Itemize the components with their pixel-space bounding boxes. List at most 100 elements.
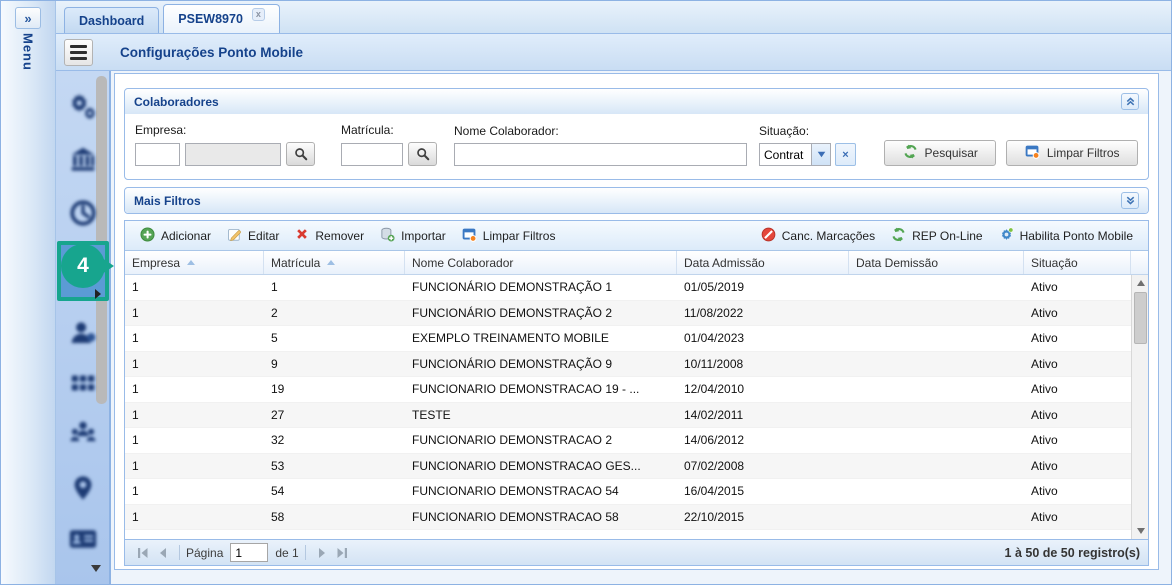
empresa-search-icon[interactable] <box>286 142 315 166</box>
sidebar-scroll-down-icon[interactable] <box>91 565 101 572</box>
limpar-filtros-button[interactable]: Limpar Filtros <box>1006 140 1138 166</box>
hamburger-menu-icon[interactable] <box>64 39 93 66</box>
settings-gears-icon[interactable] <box>65 87 101 123</box>
remover-button[interactable]: Remover <box>287 224 372 247</box>
tool-button-label: Habilita Ponto Mobile <box>1020 229 1133 243</box>
table-row[interactable]: 158FUNCIONARIO DEMONSTRACAO 5822/10/2015… <box>125 505 1131 531</box>
mais-filtros-header[interactable]: Mais Filtros <box>125 188 1148 213</box>
table-cell: 1 <box>125 484 264 498</box>
splitter-expand-icon[interactable] <box>95 289 101 299</box>
table-row[interactable]: 15EXEMPLO TREINAMENTO MOBILE01/04/2023At… <box>125 326 1131 352</box>
situacao-combo-field[interactable] <box>759 143 812 166</box>
importar-button[interactable]: Importar <box>372 224 454 248</box>
table-cell: 1 <box>125 408 264 422</box>
table-row[interactable]: 127TESTE14/02/2011Ativo <box>125 403 1131 429</box>
tab-dashboard[interactable]: Dashboard <box>64 7 159 33</box>
menu-vertical-label[interactable]: Menu <box>21 33 36 71</box>
table-cell: FUNCIONÁRIO DEMONSTRAÇÃO 1 <box>405 280 677 294</box>
modules-grid-icon[interactable] <box>65 365 101 401</box>
nome-colaborador-field[interactable] <box>454 143 747 166</box>
table-cell: FUNCIONARIO DEMONSTRACAO 54 <box>405 484 677 498</box>
limpar-filtros-button[interactable]: Limpar Filtros <box>454 224 564 248</box>
clock-icon[interactable] <box>65 195 101 231</box>
expand-menu-button[interactable]: » <box>15 7 41 29</box>
column-header-empresa[interactable]: Empresa <box>125 251 264 274</box>
table-cell: Ativo <box>1024 357 1131 371</box>
table-row[interactable]: 119FUNCIONARIO DEMONSTRACAO 19 - ...12/0… <box>125 377 1131 403</box>
adicionar-button[interactable]: Adicionar <box>132 224 219 248</box>
column-header-situa-o[interactable]: Situação <box>1024 251 1131 274</box>
table-cell: 10/11/2008 <box>677 357 849 371</box>
sidebar-scrollbar-thumb[interactable] <box>96 76 107 404</box>
table-cell: TESTE <box>405 408 677 422</box>
company-building-icon[interactable] <box>65 141 101 177</box>
table-row[interactable]: 132FUNCIONARIO DEMONSTRACAO 214/06/2012A… <box>125 428 1131 454</box>
table-row[interactable]: 11FUNCIONÁRIO DEMONSTRAÇÃO 101/05/2019At… <box>125 275 1131 301</box>
matricula-search-icon[interactable] <box>408 142 437 166</box>
first-page-button[interactable] <box>133 543 153 563</box>
location-pin-icon[interactable] <box>65 470 101 506</box>
table-cell: 1 <box>125 331 264 345</box>
column-header-matr-cula[interactable]: Matrícula <box>264 251 405 274</box>
paging-separator <box>179 545 180 560</box>
table-cell: Ativo <box>1024 280 1131 294</box>
table-row[interactable]: 19FUNCIONÁRIO DEMONSTRAÇÃO 910/11/2008At… <box>125 352 1131 378</box>
tab-psew8970[interactable]: PSEW8970 x <box>163 4 280 33</box>
table-cell: 1 <box>125 510 264 524</box>
table-cell: Ativo <box>1024 331 1131 345</box>
column-header-label: Nome Colaborador <box>412 256 513 270</box>
matricula-field[interactable] <box>341 143 403 166</box>
rep-on-line-button[interactable]: REP On-Line <box>883 224 990 248</box>
empresa-label: Empresa: <box>135 123 315 137</box>
tab-close-icon[interactable]: x <box>252 8 265 21</box>
column-header-label: Matrícula <box>271 256 320 270</box>
main-region: Dashboard PSEW8970 x Configurações Ponto… <box>56 1 1171 584</box>
empresa-code-field[interactable] <box>135 143 180 166</box>
situacao-dropdown-icon[interactable] <box>812 143 831 166</box>
application-window: » Menu Dashboard PSEW8970 x Configuraçõe… <box>0 0 1172 585</box>
canc-marca-es-button[interactable]: Canc. Marcações <box>753 224 883 248</box>
collapse-up-button[interactable] <box>1121 93 1139 110</box>
column-header-data-admiss-o[interactable]: Data Admissão <box>677 251 849 274</box>
table-row[interactable]: 153FUNCIONARIO DEMONSTRACAO GES...07/02/… <box>125 454 1131 480</box>
matricula-label: Matrícula: <box>341 123 437 137</box>
table-row[interactable]: 12FUNCIONÁRIO DEMONSTRAÇÃO 211/08/2022At… <box>125 301 1131 327</box>
records-summary: 1 à 50 de 50 registro(s) <box>1005 546 1140 560</box>
prev-page-button[interactable] <box>153 543 173 563</box>
table-cell: 11/08/2022 <box>677 306 849 320</box>
scrollbar-thumb[interactable] <box>1134 292 1147 344</box>
table-cell: Ativo <box>1024 382 1131 396</box>
next-page-button[interactable] <box>312 543 332 563</box>
table-cell: 1 <box>125 280 264 294</box>
scroll-down-icon[interactable] <box>1132 523 1148 539</box>
header-scrollbar-spacer <box>1131 251 1148 274</box>
collaborator-person-icon[interactable] <box>65 315 101 351</box>
table-cell: Ativo <box>1024 484 1131 498</box>
editar-button[interactable]: Editar <box>219 224 287 248</box>
table-cell: 07/02/2008 <box>677 459 849 473</box>
page-number-input[interactable] <box>230 543 268 562</box>
table-cell: 14/02/2011 <box>677 408 849 422</box>
scroll-up-icon[interactable] <box>1132 275 1148 291</box>
last-page-button[interactable] <box>332 543 352 563</box>
habilita-ponto-mobile-button[interactable]: Habilita Ponto Mobile <box>991 224 1141 248</box>
column-header-data-demiss-o[interactable]: Data Demissão <box>849 251 1024 274</box>
pesquisar-button[interactable]: Pesquisar <box>884 140 996 166</box>
grid-header-row: Empresa Matrícula Nome Colaborador Data Adm… <box>125 251 1148 275</box>
tool-button-label: Canc. Marcações <box>782 229 875 243</box>
table-cell: FUNCIONARIO DEMONSTRACAO 2 <box>405 433 677 447</box>
table-cell: Ativo <box>1024 306 1131 320</box>
grid-vertical-scrollbar[interactable] <box>1131 275 1148 539</box>
situacao-clear-icon[interactable]: × <box>835 143 856 166</box>
table-cell: FUNCIONÁRIO DEMONSTRAÇÃO 2 <box>405 306 677 320</box>
page-label: Página <box>186 546 223 560</box>
tool-button-label: Limpar Filtros <box>483 229 556 243</box>
column-header-nome-colaborador[interactable]: Nome Colaborador <box>405 251 677 274</box>
table-cell: 1 <box>125 433 264 447</box>
toolbar-right-group: Canc. Marcações REP On-Line Habilita Ponto… <box>753 224 1141 248</box>
team-network-icon[interactable] <box>65 415 101 451</box>
tool-button-label: REP On-Line <box>912 229 982 243</box>
id-card-icon[interactable] <box>65 521 101 557</box>
expand-down-button[interactable] <box>1121 192 1139 209</box>
table-row[interactable]: 154FUNCIONARIO DEMONSTRACAO 5416/04/2015… <box>125 479 1131 505</box>
